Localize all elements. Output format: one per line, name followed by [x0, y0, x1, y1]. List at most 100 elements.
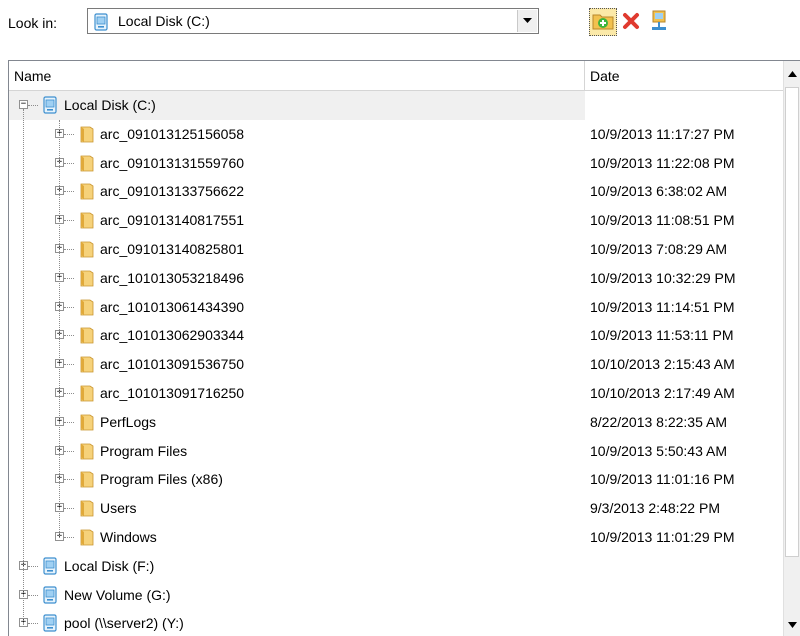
item-name: arc_101013061434390 — [100, 298, 245, 315]
name-cell[interactable]: + Users — [9, 494, 585, 523]
tree-connector — [64, 479, 74, 481]
tree-folder-row[interactable]: + arc_091013131559760 10/9/2013 11:22:08 P… — [9, 149, 784, 178]
drive-icon — [92, 13, 110, 34]
tree-connector — [28, 594, 38, 597]
new-folder-icon — [592, 11, 614, 34]
tree-folder-row[interactable]: + arc_091013140825801 10/9/2013 7:08:29 AM — [9, 235, 784, 264]
tree-connector — [64, 450, 74, 453]
tree-drive-row[interactable]: + New Volume (G:) — [9, 581, 784, 610]
folder-icon — [77, 269, 95, 287]
tree-drive-row[interactable]: − Local Disk (C:) — [9, 91, 784, 120]
map-network-drive-button[interactable] — [645, 8, 673, 36]
chevron-down-icon[interactable] — [517, 10, 537, 32]
tree-connector — [64, 220, 74, 222]
name-cell[interactable]: − Local Disk (C:) — [9, 91, 585, 120]
name-cell[interactable]: + pool (\\server2) (Y:) — [9, 609, 585, 636]
tree-folder-row[interactable]: + Windows 10/9/2013 11:01:29 PM — [9, 523, 784, 552]
scroll-up-icon[interactable] — [784, 65, 800, 82]
column-header-date[interactable]: Date — [585, 61, 784, 91]
date-cell: 8/22/2013 8:22:35 AM — [590, 413, 727, 430]
name-cell[interactable]: + arc_091013140825801 — [9, 235, 585, 264]
tree-connector — [59, 119, 61, 538]
tree-folder-row[interactable]: + arc_101013091536750 10/10/2013 2:15:43 A… — [9, 350, 784, 379]
tree-folder-row[interactable]: + PerfLogs 8/22/2013 8:22:35 AM — [9, 408, 784, 437]
tree-folder-row[interactable]: + Program Files 10/9/2013 5:50:43 AM — [9, 437, 784, 466]
delete-button[interactable] — [617, 8, 645, 36]
tree-folder-row[interactable]: + arc_101013061434390 10/9/2013 11:14:51 P… — [9, 293, 784, 322]
name-cell[interactable]: + arc_101013061434390 — [9, 293, 585, 322]
date-cell: 9/3/2013 2:48:22 PM — [590, 500, 720, 517]
date-cell: 10/9/2013 11:17:27 PM — [590, 125, 735, 142]
tree-rows: − Local Disk (C:) + arc_091013125156058 10/9… — [9, 91, 784, 636]
folder-icon — [77, 413, 95, 431]
name-cell[interactable]: + arc_091013131559760 — [9, 149, 585, 178]
name-cell[interactable]: + New Volume (G:) — [9, 581, 585, 610]
tree-folder-row[interactable]: + arc_101013091716250 10/10/2013 2:17:49 A… — [9, 379, 784, 408]
item-name: arc_101013062903344 — [100, 327, 245, 344]
folder-icon — [77, 154, 95, 172]
tree-connector — [64, 306, 74, 309]
tree-connector — [28, 623, 38, 625]
name-cell[interactable]: + arc_101013091536750 — [9, 350, 585, 379]
map-network-drive-icon — [649, 10, 669, 35]
column-header-name[interactable]: Name — [9, 61, 585, 91]
folder-icon — [77, 470, 95, 488]
item-name: arc_091013140817551 — [100, 212, 245, 229]
tree-drive-row[interactable]: + pool (\\server2) (Y:) — [9, 609, 784, 636]
item-name: Local Disk (F:) — [64, 557, 155, 574]
folder-icon — [77, 384, 95, 402]
vertical-scrollbar[interactable] — [783, 61, 800, 636]
tree-folder-row[interactable]: + Program Files (x86) 10/9/2013 11:01:16 P… — [9, 465, 784, 494]
look-in-combobox[interactable]: Local Disk (C:) — [87, 8, 539, 34]
item-name: New Volume (G:) — [64, 586, 171, 603]
tree-folder-row[interactable]: + arc_091013133756622 10/9/2013 6:38:02 AM — [9, 177, 784, 206]
new-folder-button[interactable] — [589, 8, 617, 36]
name-cell[interactable]: + arc_101013053218496 — [9, 264, 585, 293]
item-name: arc_101013053218496 — [100, 269, 245, 286]
name-cell[interactable]: + Program Files (x86) — [9, 465, 585, 494]
item-name: arc_101013091536750 — [100, 356, 245, 373]
name-cell[interactable]: + arc_091013125156058 — [9, 120, 585, 149]
item-name: PerfLogs — [100, 413, 157, 430]
name-cell[interactable]: + PerfLogs — [9, 408, 585, 437]
date-cell: 10/9/2013 10:32:29 PM — [590, 269, 736, 286]
name-cell[interactable]: + Program Files — [9, 437, 585, 466]
name-cell[interactable]: + arc_101013062903344 — [9, 321, 585, 350]
date-cell: 10/9/2013 6:38:02 AM — [590, 183, 727, 200]
scrollbar-thumb[interactable] — [785, 87, 799, 557]
drive-icon — [41, 585, 59, 604]
date-cell: 10/9/2013 11:22:08 PM — [590, 154, 735, 171]
tree-connector — [64, 508, 74, 510]
tree-connector — [64, 392, 74, 395]
drive-icon — [41, 557, 59, 575]
tree-drive-row[interactable]: + Local Disk (F:) — [9, 552, 784, 581]
item-name: arc_091013133756622 — [100, 183, 245, 200]
name-cell[interactable]: + Windows — [9, 523, 585, 552]
item-name: pool (\\server2) (Y:) — [64, 615, 184, 632]
tree-connector — [64, 248, 74, 251]
tree-folder-row[interactable]: + arc_101013053218496 10/9/2013 10:32:29 P… — [9, 264, 784, 293]
tree-connector — [64, 162, 74, 165]
item-name: Program Files (x86) — [100, 471, 223, 488]
tree-folder-row[interactable]: + arc_091013125156058 10/9/2013 11:17:27 P… — [9, 120, 784, 149]
folder-tree-list[interactable]: Name Date − Local Disk (C:) + arc_091013125… — [8, 60, 800, 636]
tree-folder-row[interactable]: + Users 9/3/2013 2:48:22 PM — [9, 494, 784, 523]
toolbar: Look in: Local Disk (C:) — [0, 0, 800, 48]
name-cell[interactable]: + Local Disk (F:) — [9, 552, 585, 581]
date-cell: 10/9/2013 11:53:11 PM — [590, 327, 734, 344]
scroll-down-icon[interactable] — [784, 616, 800, 633]
tree-connector — [64, 277, 74, 280]
item-name: arc_091013131559760 — [100, 154, 245, 171]
tree-connector — [64, 421, 74, 424]
item-name: arc_101013091716250 — [100, 384, 245, 401]
name-cell[interactable]: + arc_101013091716250 — [9, 379, 585, 408]
folder-icon — [77, 125, 95, 143]
tree-folder-row[interactable]: + arc_091013140817551 10/9/2013 11:08:51 P… — [9, 206, 784, 235]
name-cell[interactable]: + arc_091013133756622 — [9, 177, 585, 206]
item-name: Local Disk (C:) — [64, 97, 156, 113]
item-name: arc_091013125156058 — [100, 125, 245, 142]
name-cell[interactable]: + arc_091013140817551 — [9, 206, 585, 235]
collapse-icon[interactable]: − — [19, 100, 28, 109]
item-name: Program Files — [100, 442, 188, 459]
tree-folder-row[interactable]: + arc_101013062903344 10/9/2013 11:53:11 P… — [9, 321, 784, 350]
